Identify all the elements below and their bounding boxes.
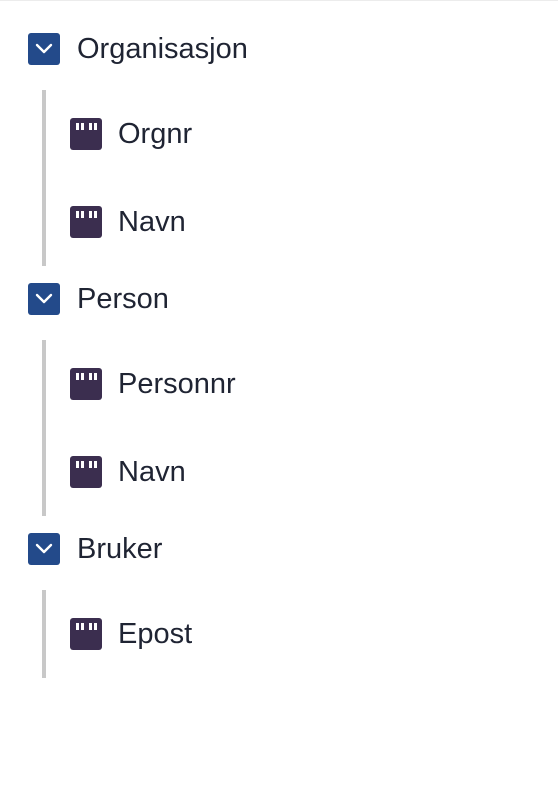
tree-children: Orgnr Navn xyxy=(42,90,558,266)
tree-item[interactable]: Epost xyxy=(46,590,558,678)
chevron-down-icon[interactable] xyxy=(28,533,60,565)
tree-item-label: Epost xyxy=(118,618,193,650)
tree-group-label: Bruker xyxy=(77,533,163,565)
tree-group-organisasjon: Organisasjon Orgnr Navn xyxy=(0,24,558,266)
tree-item-label: Personnr xyxy=(118,368,236,400)
tree-item[interactable]: Navn xyxy=(46,428,558,516)
text-field-icon xyxy=(70,206,102,238)
tree-group-label: Person xyxy=(77,283,169,315)
tree-item[interactable]: Navn xyxy=(46,178,558,266)
text-field-icon xyxy=(70,118,102,150)
tree-group-header[interactable]: Organisasjon xyxy=(0,24,558,74)
tree-item-label: Orgnr xyxy=(118,118,193,150)
tree-children: Personnr Navn xyxy=(42,340,558,516)
tree-group-header[interactable]: Person xyxy=(0,274,558,324)
chevron-down-icon[interactable] xyxy=(28,283,60,315)
text-field-icon xyxy=(70,368,102,400)
chevron-down-icon[interactable] xyxy=(28,33,60,65)
tree-item[interactable]: Personnr xyxy=(46,340,558,428)
tree-item[interactable]: Orgnr xyxy=(46,90,558,178)
tree-item-label: Navn xyxy=(118,456,186,488)
tree-children: Epost xyxy=(42,590,558,678)
tree-group-bruker: Bruker Epost xyxy=(0,524,558,678)
tree-item-label: Navn xyxy=(118,206,186,238)
field-tree: Organisasjon Orgnr Navn Person Personnr … xyxy=(0,0,558,678)
tree-group-person: Person Personnr Navn xyxy=(0,274,558,516)
tree-group-label: Organisasjon xyxy=(77,33,248,65)
tree-group-header[interactable]: Bruker xyxy=(0,524,558,574)
text-field-icon xyxy=(70,456,102,488)
text-field-icon xyxy=(70,618,102,650)
